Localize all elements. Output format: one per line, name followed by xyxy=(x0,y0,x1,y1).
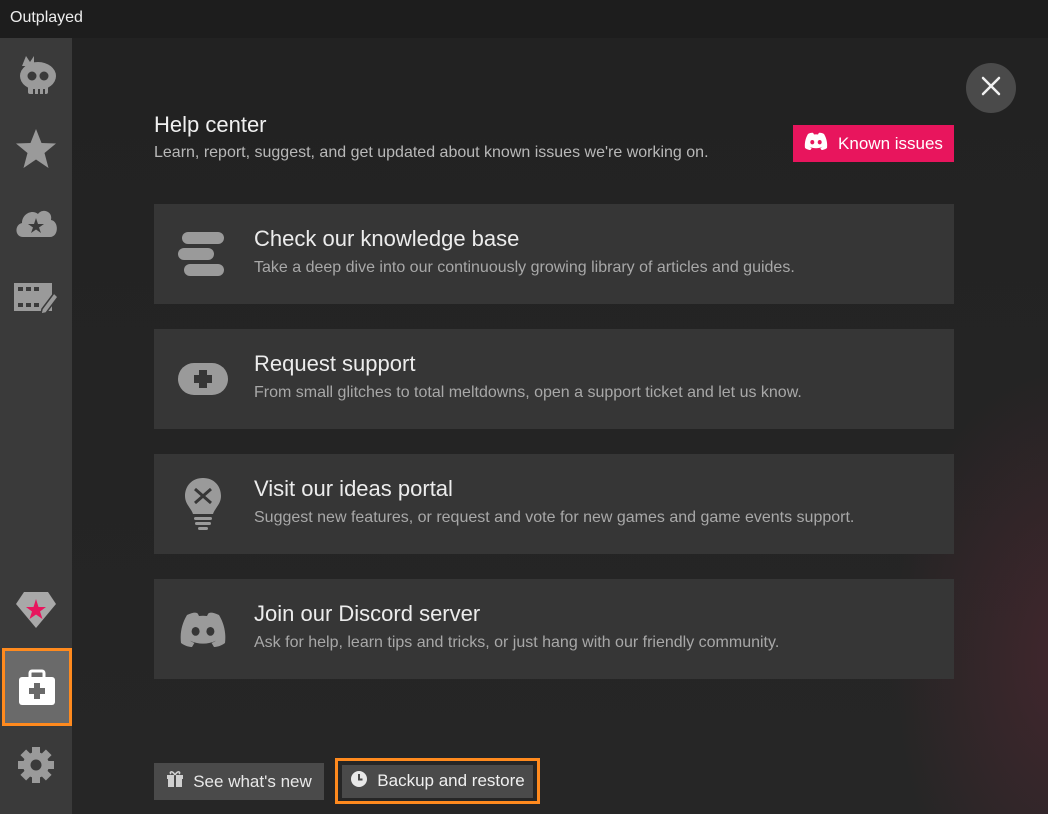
card-description: Take a deep dive into our continuously g… xyxy=(254,259,795,276)
sidebar-item-favorites[interactable] xyxy=(0,112,72,186)
sidebar-item-help[interactable] xyxy=(2,648,72,726)
card-knowledge-base[interactable]: Check our knowledge base Take a deep div… xyxy=(154,204,954,304)
page-subtitle: Learn, report, suggest, and get updated … xyxy=(154,144,709,161)
lightbulb-icon xyxy=(176,478,230,530)
card-title: Join our Discord server xyxy=(254,601,481,626)
card-description: Ask for help, learn tips and tricks, or … xyxy=(254,634,780,651)
skull-crown-icon xyxy=(14,52,58,98)
medkit-icon xyxy=(17,667,57,707)
close-button[interactable] xyxy=(966,63,1016,113)
backup-restore-button[interactable]: Backup and restore xyxy=(335,758,540,804)
gear-icon xyxy=(16,745,56,785)
clock-icon xyxy=(350,770,368,793)
backup-restore-label: Backup and restore xyxy=(377,771,525,790)
card-title: Check our knowledge base xyxy=(254,226,520,251)
window-title: Outplayed xyxy=(10,9,83,26)
known-issues-button[interactable]: Known issues xyxy=(793,125,954,162)
sidebar-item-settings[interactable] xyxy=(0,728,72,802)
card-discord-server[interactable]: Join our Discord server Ask for help, le… xyxy=(154,579,954,679)
whats-new-label: See what's new xyxy=(193,771,312,791)
discord-icon xyxy=(804,132,828,155)
backup-restore-button-inner[interactable]: Backup and restore xyxy=(342,764,533,798)
gem-icon xyxy=(14,590,58,630)
known-issues-label: Known issues xyxy=(838,133,943,153)
card-title: Request support xyxy=(254,351,416,376)
sidebar-item-editor[interactable] xyxy=(0,260,72,334)
star-icon xyxy=(14,127,58,171)
discord-icon xyxy=(176,604,230,654)
page-title: Help center xyxy=(154,112,267,137)
sidebar-item-premium[interactable] xyxy=(0,573,72,647)
gift-icon xyxy=(166,770,184,793)
title-bar: Outplayed xyxy=(0,0,1048,38)
card-request-support[interactable]: Request support From small glitches to t… xyxy=(154,329,954,429)
film-edit-icon xyxy=(12,279,60,315)
help-center-panel: Help center Learn, report, suggest, and … xyxy=(72,38,1048,814)
whats-new-button[interactable]: See what's new xyxy=(154,763,324,800)
card-description: From small glitches to total meltdowns, … xyxy=(254,384,802,401)
knowledge-base-icon xyxy=(176,229,230,279)
close-icon xyxy=(981,76,1001,101)
gamepad-icon xyxy=(176,354,230,404)
sidebar-item-outplayed[interactable] xyxy=(0,38,72,112)
cloud-star-icon xyxy=(13,205,59,241)
card-description: Suggest new features, or request and vot… xyxy=(254,509,855,526)
sidebar-item-cloud[interactable] xyxy=(0,186,72,260)
card-title: Visit our ideas portal xyxy=(254,476,453,501)
sidebar xyxy=(0,38,72,814)
card-ideas-portal[interactable]: Visit our ideas portal Suggest new featu… xyxy=(154,454,954,554)
